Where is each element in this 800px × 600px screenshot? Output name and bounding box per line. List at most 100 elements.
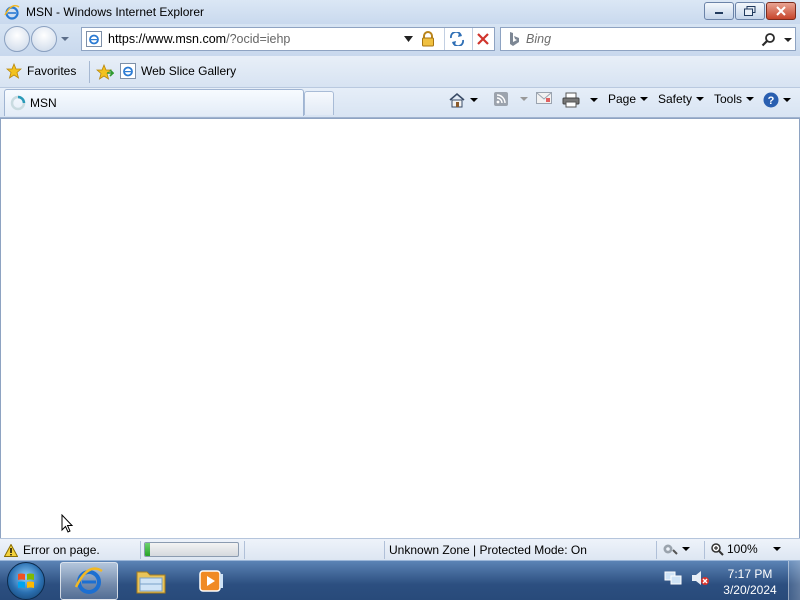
page-content[interactable] (0, 118, 800, 538)
back-button[interactable] (4, 26, 30, 52)
recent-pages-dropdown-icon[interactable] (61, 35, 69, 43)
tab-msn[interactable]: MSN (4, 89, 304, 116)
safety-menu[interactable]: Safety (658, 92, 705, 106)
forward-button[interactable] (31, 26, 57, 52)
lock-icon[interactable] (420, 31, 436, 47)
start-button[interactable] (7, 562, 45, 600)
favorites-button[interactable]: Favorites (6, 63, 76, 79)
add-ons-status[interactable] (662, 542, 690, 556)
address-divider (444, 28, 445, 50)
search-box[interactable]: Bing (500, 27, 796, 51)
warning-icon (4, 543, 18, 557)
page-load-progress (144, 542, 239, 557)
refresh-icon[interactable] (449, 32, 465, 46)
navigation-bar: https://www.msn.com/?ocid=iehp Bing (0, 24, 800, 56)
bing-icon (510, 32, 519, 46)
close-icon (776, 6, 786, 16)
tab-row: MSN Page Safety Tools ? (0, 88, 800, 118)
address-bar[interactable]: https://www.msn.com/?ocid=iehp (81, 27, 495, 51)
address-url[interactable]: https://www.msn.com/?ocid=iehp (108, 32, 290, 46)
maximize-button[interactable] (735, 2, 765, 20)
system-tray (664, 569, 710, 587)
search-placeholder: Bing (526, 32, 552, 46)
internet-explorer-icon (74, 567, 103, 594)
minimize-icon (715, 12, 723, 14)
search-options-dropdown-icon[interactable] (781, 31, 795, 47)
home-button[interactable] (448, 92, 478, 108)
status-divider (244, 541, 245, 559)
read-mail-button[interactable] (536, 92, 552, 104)
tools-menu[interactable]: Tools (714, 92, 755, 106)
help-icon: ? (763, 92, 779, 108)
feeds-button[interactable] (494, 92, 528, 106)
loading-spinner-icon (10, 95, 26, 111)
progress-fill (145, 543, 150, 556)
gear-icon (663, 544, 678, 555)
svg-text:?: ? (768, 95, 775, 107)
favorites-divider (89, 61, 90, 83)
home-dropdown-icon[interactable] (470, 98, 478, 102)
add-ons-dropdown-icon (682, 547, 690, 551)
ie-logo-icon (4, 4, 20, 20)
windows-logo-icon (18, 573, 34, 588)
print-dropdown-icon[interactable] (590, 98, 598, 102)
web-slice-gallery-label: Web Slice Gallery (141, 64, 237, 78)
status-divider (704, 541, 705, 559)
media-player-icon (199, 570, 223, 592)
page-favicon-icon (86, 31, 102, 47)
clock[interactable]: 7:17 PM 3/20/2024 (718, 566, 782, 598)
zoom-icon (711, 543, 724, 556)
network-icon[interactable] (664, 569, 682, 587)
status-divider (140, 541, 141, 559)
mail-icon (536, 92, 552, 104)
zoom-level: 100% (727, 542, 758, 556)
status-divider (384, 541, 385, 559)
page-menu[interactable]: Page (608, 92, 649, 106)
feeds-dropdown-icon[interactable] (520, 97, 528, 101)
star-icon (6, 63, 22, 79)
error-status[interactable]: Error on page. (4, 543, 100, 557)
search-icon[interactable] (761, 32, 777, 48)
help-dropdown-icon (783, 98, 791, 102)
safety-dropdown-icon (696, 97, 705, 101)
minimize-button[interactable] (704, 2, 734, 20)
ie-page-icon (120, 63, 136, 79)
clock-time: 7:17 PM (727, 567, 773, 581)
address-divider (472, 28, 473, 50)
volume-muted-icon[interactable] (690, 569, 710, 587)
tools-dropdown-icon (746, 97, 755, 101)
taskbar: 7:17 PM 3/20/2024 (0, 560, 800, 600)
address-dropdown-icon[interactable] (404, 36, 413, 42)
url-host: https://www.msn.com (108, 32, 227, 46)
taskbar-windows-media-player[interactable] (182, 562, 240, 600)
taskbar-internet-explorer[interactable] (60, 562, 118, 600)
status-divider (656, 541, 657, 559)
page-dropdown-icon (640, 97, 649, 101)
clock-date: 3/20/2024 (723, 583, 777, 597)
security-zone[interactable]: Unknown Zone | Protected Mode: On (389, 543, 587, 557)
show-desktop-button[interactable] (788, 561, 800, 600)
stop-icon[interactable] (477, 33, 489, 45)
favorites-label: Favorites (27, 64, 77, 78)
title-bar: MSN - Windows Internet Explorer (0, 0, 800, 24)
web-slice-gallery-link[interactable]: Web Slice Gallery (120, 63, 236, 79)
close-button[interactable] (766, 2, 796, 20)
tab-title: MSN (30, 96, 57, 110)
help-button[interactable]: ? (763, 92, 791, 108)
rss-feed-icon (494, 92, 508, 106)
home-icon (449, 92, 465, 108)
status-message: Error on page. (23, 543, 100, 557)
folder-icon (136, 571, 166, 594)
print-button[interactable] (562, 92, 598, 108)
new-tab-button[interactable] (304, 91, 334, 115)
add-to-favorites-bar-icon[interactable] (96, 64, 114, 80)
printer-icon (562, 92, 580, 108)
url-query: /?ocid=iehp (226, 32, 291, 46)
tools-menu-label: Tools (714, 92, 743, 106)
zoom-control[interactable]: 100% (710, 542, 781, 556)
favorites-bar: Favorites Web Slice Gallery (0, 56, 800, 88)
window-title: MSN - Windows Internet Explorer (26, 5, 205, 19)
page-menu-label: Page (608, 92, 637, 106)
taskbar-windows-explorer[interactable] (122, 562, 180, 600)
zoom-dropdown-icon (772, 547, 781, 551)
